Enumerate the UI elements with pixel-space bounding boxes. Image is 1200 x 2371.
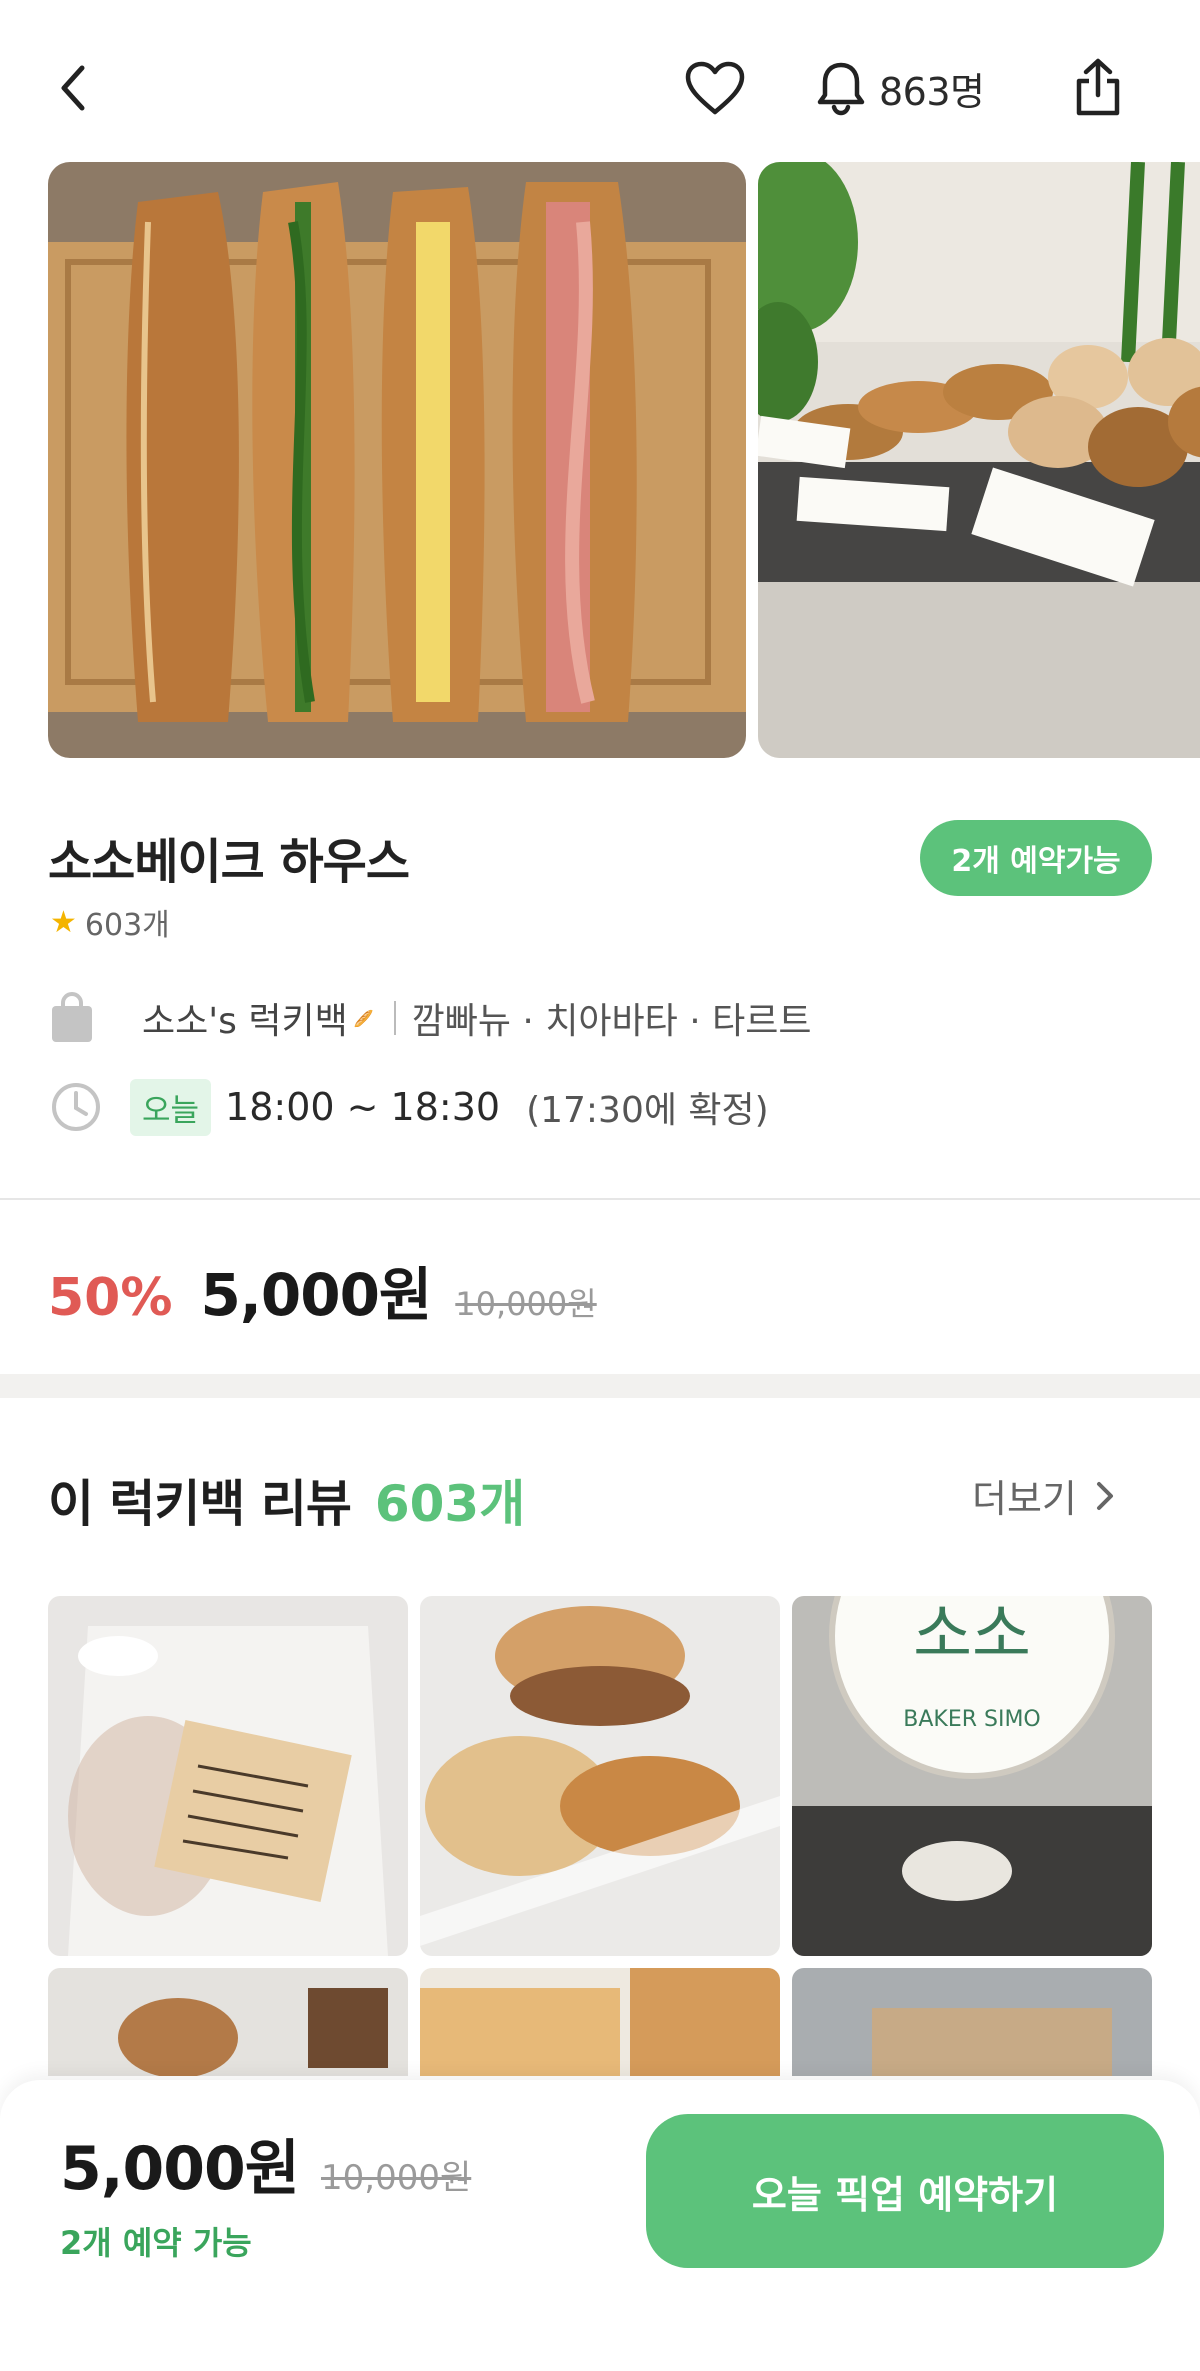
notification-button[interactable]: 863명 — [815, 56, 985, 120]
price-row: 50% 5,000원 10,000원 — [48, 1248, 597, 1332]
back-button[interactable] — [48, 58, 98, 118]
bag-name: 소소's 럭키백 — [142, 1001, 348, 1042]
pickup-time: 18:00 ~ 18:30 — [225, 1085, 501, 1129]
chevron-right-icon — [1096, 1481, 1113, 1510]
review-photo[interactable] — [792, 1968, 1152, 2076]
bottom-availability: 2개 예약 가능 — [60, 2224, 252, 2262]
heart-icon — [685, 61, 745, 115]
bottom-price: 5,000원 10,000원 — [60, 2120, 471, 2207]
review-photo[interactable] — [48, 1596, 408, 1956]
bakery-sign-name: BAKER SIMO — [903, 1707, 1041, 1732]
section-divider — [0, 1198, 1200, 1200]
discount-rate: 50% — [48, 1268, 173, 1328]
more-reviews-button[interactable]: 더보기 — [972, 1468, 1115, 1523]
pickup-confirm-time: (17:30에 확정) — [526, 1090, 769, 1131]
review-photo[interactable] — [420, 1596, 780, 1956]
sale-price: 5,000원 — [200, 1261, 432, 1329]
gallery-photo-sandwiches[interactable] — [48, 162, 746, 758]
review-section-title: 이 럭키백 리뷰 — [48, 1475, 352, 1533]
more-label: 더보기 — [972, 1477, 1077, 1521]
top-bar: 863명 — [0, 0, 1200, 160]
reserve-available-badge: 2개 예약가능 — [920, 820, 1152, 896]
pickup-time-row: 오늘 18:00 ~ 18:30 (17:30에 확정) — [50, 1078, 769, 1136]
review-section-count: 603개 — [374, 1475, 526, 1533]
review-photo[interactable]: 소소 BAKER SIMO — [792, 1596, 1152, 1956]
bakery-sign-logo: 소소 — [913, 1598, 1031, 1672]
review-photo[interactable] — [48, 1968, 408, 2076]
bag-menu-items: 깜빠뉴 · 치아바타 · 타르트 — [411, 1001, 812, 1042]
bell-icon — [817, 62, 865, 116]
bottom-original-price: 10,000원 — [321, 2158, 472, 2198]
store-review-count: 603개 — [84, 908, 170, 943]
review-photo-grid: 소소 BAKER SIMO — [48, 1596, 1152, 2076]
review-photo[interactable] — [420, 1968, 780, 2076]
review-header: 이 럭키백 리뷰 603개 — [48, 1464, 525, 1536]
share-button[interactable] — [1068, 54, 1128, 120]
divider — [393, 1001, 396, 1035]
pickup-day-badge: 오늘 — [130, 1078, 212, 1136]
star-icon: ★ — [50, 904, 77, 940]
clock-icon — [52, 1083, 100, 1131]
shopping-bag-icon — [52, 992, 92, 1042]
bottom-sale-price: 5,000원 — [60, 2134, 300, 2204]
baguette-icon: 🥖 — [353, 1008, 374, 1028]
original-price: 10,000원 — [455, 1285, 597, 1323]
subscriber-count: 863명 — [879, 69, 985, 114]
store-rating[interactable]: ★ 603개 — [50, 900, 170, 944]
favorite-button[interactable] — [680, 56, 750, 120]
store-name: 소소베이크 하우스 — [48, 834, 410, 890]
reserve-pickup-button[interactable]: 오늘 픽업 예약하기 — [646, 2114, 1164, 2268]
share-icon — [1076, 58, 1120, 116]
chevron-left-icon — [61, 65, 85, 111]
gallery-photo-bread-display[interactable] — [758, 162, 1200, 758]
section-separator — [0, 1374, 1200, 1398]
photo-gallery[interactable] — [48, 162, 1200, 758]
bag-info-row: 소소's 럭키백 🥖 깜빠뉴 · 치아바타 · 타르트 — [50, 990, 812, 1046]
